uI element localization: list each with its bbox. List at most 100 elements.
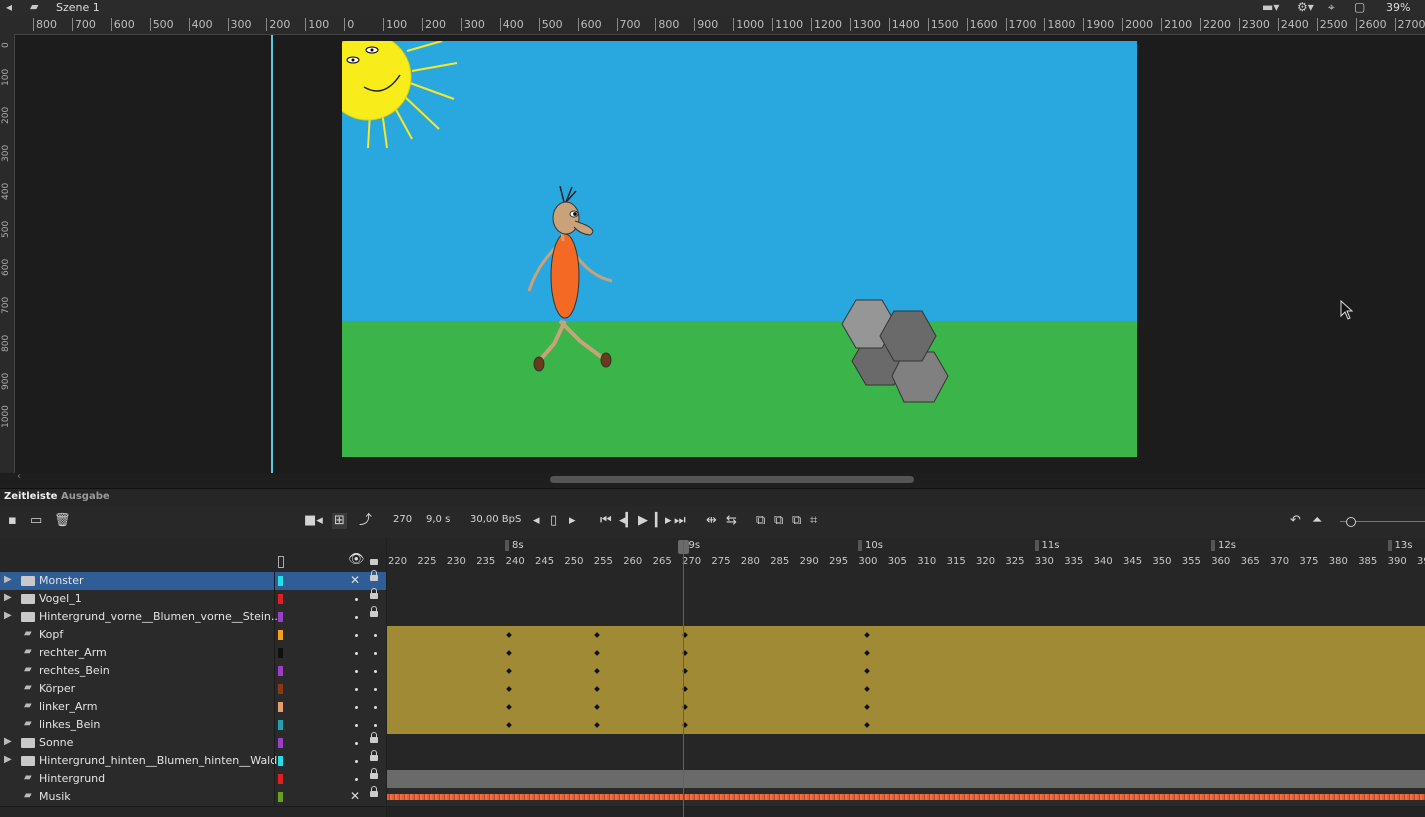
keyframe[interactable] xyxy=(505,650,512,656)
layer-name[interactable]: Hintergrund xyxy=(39,772,105,785)
layer-name[interactable]: Körper xyxy=(39,682,75,695)
go-to-first-frame-icon[interactable]: ⏮ xyxy=(600,513,612,529)
visibility-dot[interactable] xyxy=(355,670,358,673)
edit-multiple-frames-icon[interactable]: ⧉ xyxy=(792,513,801,529)
graph-icon[interactable]: ⤴ xyxy=(359,513,372,529)
layer-color-swatch[interactable] xyxy=(278,648,283,658)
visibility-dot[interactable] xyxy=(355,706,358,709)
frame-row[interactable] xyxy=(387,644,1425,663)
keyframe[interactable] xyxy=(593,722,600,728)
clip-icon[interactable]: ▢ xyxy=(1354,0,1365,14)
layer-name[interactable]: Vogel_1 xyxy=(39,592,82,605)
layer-parenting-icon[interactable]: ⊞ xyxy=(332,513,347,529)
layer-color-swatch[interactable] xyxy=(278,702,283,712)
layer-name[interactable]: linkes_Bein xyxy=(39,718,100,731)
step-back-icon[interactable]: ◂▎ xyxy=(619,513,636,529)
frame-row[interactable] xyxy=(387,716,1425,735)
loop-range-icon[interactable]: ⇆ xyxy=(726,513,737,529)
layer-name[interactable]: Hintergrund_hinten__Blumen_hinten__Wald xyxy=(39,754,277,767)
keyframe[interactable] xyxy=(864,686,871,692)
symbol-edit-icon[interactable]: ⚙▾ xyxy=(1297,0,1314,14)
keyframe[interactable] xyxy=(864,722,871,728)
undo-view-icon[interactable]: ↶ xyxy=(1290,513,1301,529)
layer-color-swatch[interactable] xyxy=(278,774,283,784)
stage[interactable] xyxy=(342,41,1137,457)
layer-color-swatch[interactable] xyxy=(278,612,283,622)
keyframe[interactable] xyxy=(505,686,512,692)
keyframe[interactable] xyxy=(505,722,512,728)
layer-row[interactable]: ▶ Monster ✕ xyxy=(0,570,386,591)
keyframe[interactable] xyxy=(864,704,871,710)
back-arrow-icon[interactable]: ◂ xyxy=(6,0,12,14)
keyframe[interactable] xyxy=(864,632,871,638)
layer-name[interactable]: Musik xyxy=(39,790,71,803)
keyframe[interactable] xyxy=(505,632,512,638)
layer-row[interactable]: ▶ Hintergrund_vorne__Blumen_vorne__Stein.… xyxy=(0,606,386,627)
frame-row[interactable] xyxy=(387,680,1425,699)
keyframe[interactable] xyxy=(593,668,600,674)
layer-row[interactable]: ▰ linker_Arm xyxy=(0,698,386,717)
expand-arrow-icon[interactable]: ▶ xyxy=(4,592,12,603)
layer-row[interactable]: ▰ Musik ✕ xyxy=(0,786,386,807)
layer-name[interactable]: Hintergrund_vorne__Blumen_vorne__Stein..… xyxy=(39,610,281,623)
loop-icon[interactable]: ⇹ xyxy=(706,513,717,529)
trash-icon[interactable]: 🗑 xyxy=(54,513,71,529)
keyframe[interactable] xyxy=(593,686,600,692)
visibility-dot[interactable] xyxy=(355,760,358,763)
prev-marker-icon[interactable]: ◂ xyxy=(533,513,540,529)
layer-name[interactable]: linker_Arm xyxy=(39,700,97,713)
current-frame[interactable]: 270 xyxy=(393,514,412,525)
zoom-level[interactable]: 39% xyxy=(1386,1,1410,14)
expand-arrow-icon[interactable]: ▶ xyxy=(4,610,12,621)
lock-icon[interactable] xyxy=(370,786,378,797)
keyframe[interactable] xyxy=(505,704,512,710)
layer-name[interactable]: rechter_Arm xyxy=(39,646,107,659)
lock-dot[interactable] xyxy=(374,670,377,673)
layer-color-swatch[interactable] xyxy=(278,684,283,694)
expand-arrow-icon[interactable]: ▶ xyxy=(4,736,12,747)
frame-row[interactable] xyxy=(387,788,1425,807)
lock-all-icon[interactable] xyxy=(370,559,378,565)
frame-row[interactable] xyxy=(387,590,1425,609)
visibility-dot[interactable] xyxy=(355,652,358,655)
layer-row[interactable]: ▰ rechter_Arm xyxy=(0,644,386,663)
playhead[interactable] xyxy=(683,540,684,817)
layer-row[interactable]: ▶ Hintergrund_hinten__Blumen_hinten__Wald xyxy=(0,750,386,771)
onion-range-icon[interactable]: ⌗ xyxy=(810,513,817,529)
layer-name[interactable]: Kopf xyxy=(39,628,63,641)
lock-dot[interactable] xyxy=(374,706,377,709)
hidden-x-icon[interactable]: ✕ xyxy=(350,789,360,803)
layer-row[interactable]: ▰ Körper xyxy=(0,680,386,699)
keyframe[interactable] xyxy=(505,668,512,674)
lock-icon[interactable] xyxy=(370,588,378,599)
new-folder-icon[interactable]: ▭ xyxy=(30,513,42,529)
layer-row[interactable]: ▰ Hintergrund xyxy=(0,768,386,789)
layer-row[interactable]: ▰ linkes_Bein xyxy=(0,716,386,735)
layer-row[interactable]: ▶ Vogel_1 xyxy=(0,588,386,609)
layer-row[interactable]: ▰ rechtes_Bein xyxy=(0,662,386,681)
keyframe[interactable] xyxy=(864,650,871,656)
step-forward-icon[interactable]: ▎▸ xyxy=(655,513,672,529)
visibility-dot[interactable] xyxy=(355,778,358,781)
frame-size-icon[interactable]: ⏶ xyxy=(1312,513,1322,529)
frame-row[interactable] xyxy=(387,752,1425,771)
frame-row[interactable] xyxy=(387,662,1425,681)
frame-grid[interactable] xyxy=(387,572,1425,817)
eye-icon[interactable]: 👁 xyxy=(348,552,365,567)
lock-icon[interactable] xyxy=(370,606,378,617)
lock-dot[interactable] xyxy=(374,724,377,727)
scroll-left-icon[interactable]: ‹ xyxy=(17,471,21,482)
stage-horizontal-scrollbar[interactable]: ‹ xyxy=(0,471,1425,485)
lock-icon[interactable] xyxy=(370,570,378,581)
layer-row[interactable]: ▶ Sonne xyxy=(0,732,386,753)
layer-row[interactable]: ▰ Kopf xyxy=(0,626,386,645)
frame-row[interactable] xyxy=(387,608,1425,627)
frame-row[interactable] xyxy=(387,698,1425,717)
camera-icon[interactable]: ■◂ xyxy=(304,513,323,529)
visibility-dot[interactable] xyxy=(355,742,358,745)
visibility-dot[interactable] xyxy=(355,634,358,637)
lock-icon[interactable] xyxy=(370,732,378,743)
lock-dot[interactable] xyxy=(374,652,377,655)
center-stage-icon[interactable]: ⌖ xyxy=(1328,0,1335,14)
frame-ruler[interactable]: 220 225 230 235 240 245 250 255 260 265 270 275 280 2… xyxy=(387,538,1425,572)
